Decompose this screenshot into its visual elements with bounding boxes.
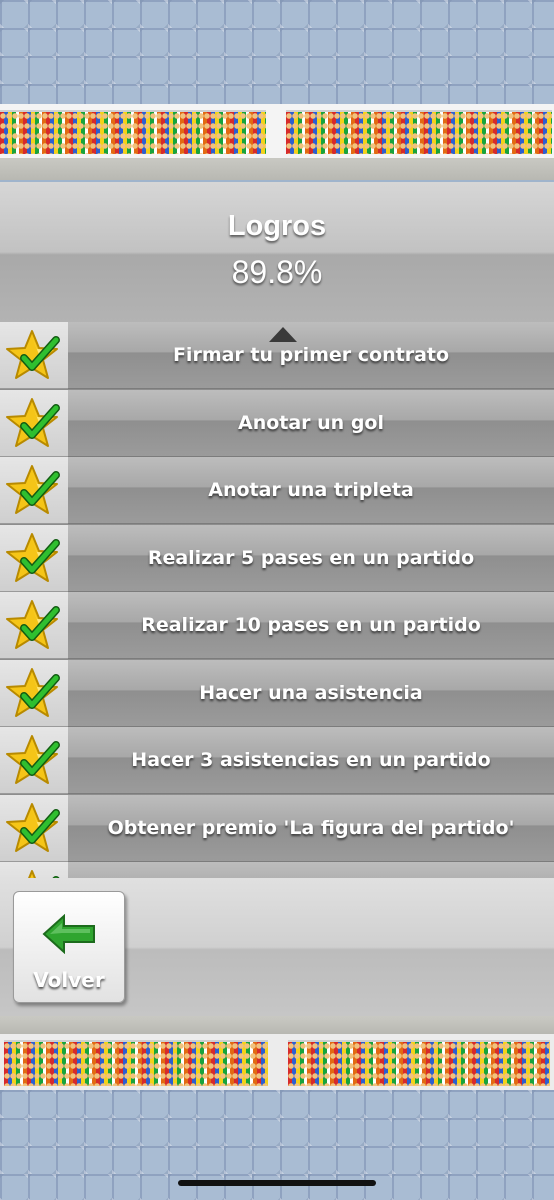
- achievements-header: Logros 89.8%: [0, 182, 554, 322]
- achievement-label: Realizar 10 pases en un partido: [141, 614, 481, 636]
- completed-star-icon: [6, 330, 60, 379]
- achievement-label: Obtener premio 'La figura del partido': [107, 816, 515, 839]
- achievement-row[interactable]: Anotar un gol: [0, 389, 554, 457]
- completed-star-icon: [6, 465, 60, 514]
- achievement-row[interactable]: Hacer una asistencia: [0, 659, 554, 727]
- achievements-list[interactable]: Firmar tu primer contrato Anotar un gol An…: [0, 322, 554, 878]
- completed-star-icon: [6, 397, 60, 447]
- footer-bar: Volver: [0, 878, 554, 1016]
- achievement-row[interactable]: Hacer 3 asistencias en un partido: [0, 727, 554, 794]
- page-title: Logros: [227, 210, 327, 242]
- achievement-label: Hacer 3 asistencias en un partido: [131, 749, 491, 771]
- achievement-label: Anotar una tripleta: [208, 479, 414, 501]
- stadium-tiles-top: [0, 0, 554, 104]
- completed-star-icon: [6, 667, 60, 717]
- back-button[interactable]: Volver: [13, 891, 125, 1003]
- bottom-divider: [0, 1016, 554, 1034]
- crowd-bottom: [0, 1034, 554, 1090]
- completion-percentage: 89.8%: [231, 254, 323, 290]
- achievement-row[interactable]: Anotar una tripleta: [0, 457, 554, 524]
- achievement-row[interactable]: Obtener premio 'La figura del partido': [0, 794, 554, 862]
- achievement-row[interactable]: Realizar 5 pases en un partido: [0, 524, 554, 592]
- completed-star-icon: [6, 802, 60, 852]
- label-cell: [68, 862, 554, 878]
- achievement-row[interactable]: Realizar 10 pases en un partido: [0, 592, 554, 659]
- top-divider: [0, 158, 554, 180]
- left-arrow-icon: [42, 914, 95, 954]
- achievement-label: Realizar 5 pases en un partido: [147, 546, 475, 569]
- achievement-label: Firmar tu primer contrato: [172, 344, 450, 366]
- home-indicator: [178, 1180, 376, 1186]
- completed-star-icon: [6, 600, 60, 649]
- achievement-label: Anotar un gol: [237, 411, 384, 434]
- completed-star-icon: [28, 870, 60, 878]
- achievement-label: Hacer una asistencia: [199, 681, 423, 704]
- completed-star-icon: [6, 532, 60, 582]
- back-button-label: Volver: [33, 968, 105, 992]
- completed-star-icon: [6, 735, 60, 784]
- crowd-top: [0, 104, 554, 158]
- achievement-row[interactable]: [0, 862, 554, 878]
- scroll-up-icon[interactable]: [269, 327, 297, 342]
